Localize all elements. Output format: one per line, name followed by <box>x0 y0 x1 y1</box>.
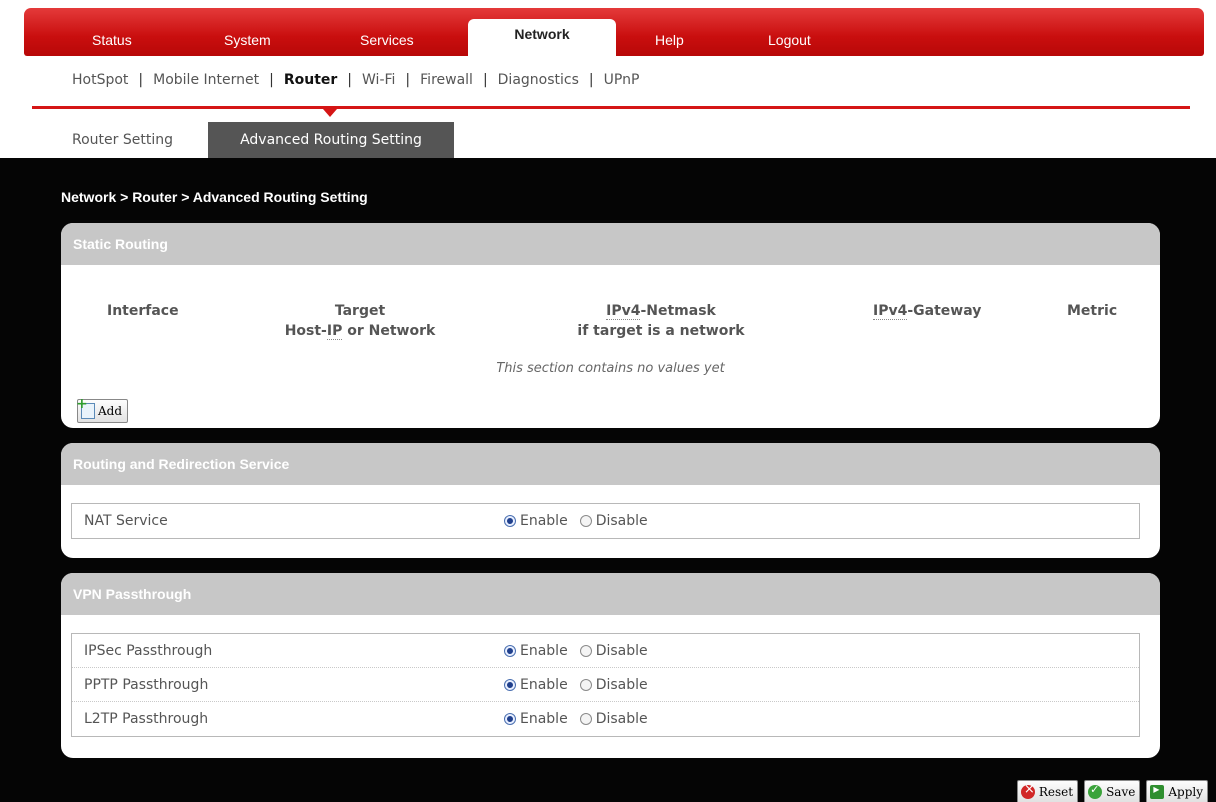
column-header-metric: Metric <box>1067 303 1118 319</box>
reset-label: Reset <box>1038 785 1074 799</box>
disable-radio[interactable] <box>579 515 592 527</box>
setting-label: IPSec Passthrough <box>84 643 213 659</box>
column-header-text: or Network <box>342 323 436 339</box>
enable-radio[interactable] <box>504 713 516 725</box>
subnav-firewall[interactable]: Firewall <box>420 72 473 88</box>
add-document-icon <box>76 396 95 419</box>
l2tp-row: L2TP Passthrough Enable Disable <box>72 702 1139 736</box>
abbreviation: IPv4 <box>873 303 908 320</box>
pptp-row: PPTP Passthrough Enable Disable <box>72 668 1139 702</box>
vpn-passthrough-panel: VPN Passthrough IPSec Passthrough Enable… <box>61 573 1160 758</box>
action-buttons: Reset Save Apply <box>1016 780 1208 802</box>
abbreviation: IP <box>326 323 343 340</box>
column-header-text: Target <box>334 303 386 319</box>
apply-button[interactable]: Apply <box>1146 780 1208 802</box>
sub-nav: HotSpot | Mobile Internet | Router | Wi-Fi | Fir… <box>72 72 639 88</box>
save-check-icon <box>1088 783 1103 799</box>
nav-divider <box>32 106 1190 109</box>
disable-radio[interactable] <box>579 679 592 691</box>
tab-network[interactable]: Network <box>468 19 616 56</box>
add-button-label: Add <box>98 404 123 418</box>
subnav-router[interactable]: Router <box>284 72 337 88</box>
enable-radio[interactable] <box>504 645 516 657</box>
disable-label[interactable]: Disable <box>596 702 648 736</box>
abbreviation: IPv4 <box>606 303 641 320</box>
subtab-advanced-routing[interactable]: Advanced Routing Setting <box>208 122 454 158</box>
subnav-mobile-internet[interactable]: Mobile Internet <box>153 72 259 88</box>
enable-radio[interactable] <box>504 679 516 691</box>
column-header-interface: Interface <box>107 303 179 319</box>
column-header-text: -Netmask <box>640 303 716 319</box>
disable-radio[interactable] <box>579 645 592 657</box>
ipsec-row: IPSec Passthrough Enable Disable <box>72 634 1139 668</box>
panel-title: Routing and Redirection Service <box>61 443 1160 485</box>
tab-logout[interactable]: Logout <box>768 32 811 48</box>
separator: | <box>405 72 411 88</box>
apply-label: Apply <box>1168 785 1203 799</box>
static-routing-panel: Static Routing Interface Target Host-IP … <box>61 223 1160 428</box>
column-header-text: Host-IP or Network <box>273 321 447 341</box>
enable-label[interactable]: Enable <box>520 634 568 668</box>
column-header-text: -Gateway <box>907 303 982 319</box>
separator: | <box>269 72 274 88</box>
column-header-text: if target is a network <box>577 323 745 339</box>
column-header-text: Host- <box>284 323 327 339</box>
column-header-text: IPv4-Netmask <box>561 301 761 321</box>
separator: | <box>347 72 353 88</box>
tab-help[interactable]: Help <box>655 32 684 48</box>
subnav-wifi[interactable]: Wi-Fi <box>362 72 395 88</box>
panel-title: VPN Passthrough <box>61 573 1160 615</box>
tab-status[interactable]: Status <box>92 32 132 48</box>
column-header-target: Target Host-IP or Network <box>273 301 447 341</box>
radio-group: Enable Disable <box>504 504 656 538</box>
reset-button[interactable]: Reset <box>1016 780 1079 802</box>
settings-frame: NAT Service Enable Disable <box>71 503 1140 539</box>
nat-service-row: NAT Service Enable Disable <box>72 504 1139 538</box>
radio-group: Enable Disable <box>504 668 656 702</box>
main-content: Network > Router > Advanced Routing Sett… <box>0 158 1216 802</box>
routing-service-panel: Routing and Redirection Service NAT Serv… <box>61 443 1160 558</box>
subnav-hotspot[interactable]: HotSpot <box>72 72 128 88</box>
separator: | <box>482 72 488 88</box>
enable-label[interactable]: Enable <box>520 668 568 702</box>
header: Status System Services Network Help Logo… <box>0 0 1216 158</box>
subnav-upnp[interactable]: UPnP <box>604 72 640 88</box>
enable-label[interactable]: Enable <box>520 504 568 538</box>
separator: | <box>138 72 144 88</box>
radio-group: Enable Disable <box>504 702 656 736</box>
apply-icon <box>1150 782 1165 799</box>
enable-label[interactable]: Enable <box>520 702 568 736</box>
setting-label: PPTP Passthrough <box>84 677 209 693</box>
breadcrumb: Network > Router > Advanced Routing Sett… <box>61 189 368 205</box>
static-routing-table: Interface Target Host-IP or Network IPv4… <box>61 265 1160 376</box>
separator: | <box>588 72 594 88</box>
subnav-diagnostics[interactable]: Diagnostics <box>498 72 579 88</box>
setting-label: NAT Service <box>84 513 168 529</box>
save-button[interactable]: Save <box>1084 780 1141 802</box>
tab-system[interactable]: System <box>224 32 271 48</box>
tab-services[interactable]: Services <box>360 32 414 48</box>
radio-group: Enable Disable <box>504 634 656 668</box>
disable-label[interactable]: Disable <box>596 668 648 702</box>
panel-title: Static Routing <box>61 223 1160 265</box>
subtab-router-setting[interactable]: Router Setting <box>56 122 189 158</box>
column-header-netmask: IPv4-Netmask if target is a network <box>561 301 761 341</box>
disable-label[interactable]: Disable <box>596 634 648 668</box>
settings-frame: IPSec Passthrough Enable Disable PPTP Pa… <box>71 633 1140 737</box>
enable-radio[interactable] <box>504 515 516 527</box>
active-indicator-arrow-icon <box>323 109 337 117</box>
empty-table-message: This section contains no values yet <box>496 361 725 376</box>
disable-label[interactable]: Disable <box>596 504 648 538</box>
add-button[interactable]: Add <box>76 396 129 423</box>
reset-icon <box>1020 782 1035 799</box>
setting-label: L2TP Passthrough <box>84 711 209 727</box>
save-label: Save <box>1106 785 1136 799</box>
disable-radio[interactable] <box>579 713 592 725</box>
main-nav-bar: Status System Services Network Help Logo… <box>24 8 1204 56</box>
column-header-gateway: IPv4-Gateway <box>873 301 981 321</box>
